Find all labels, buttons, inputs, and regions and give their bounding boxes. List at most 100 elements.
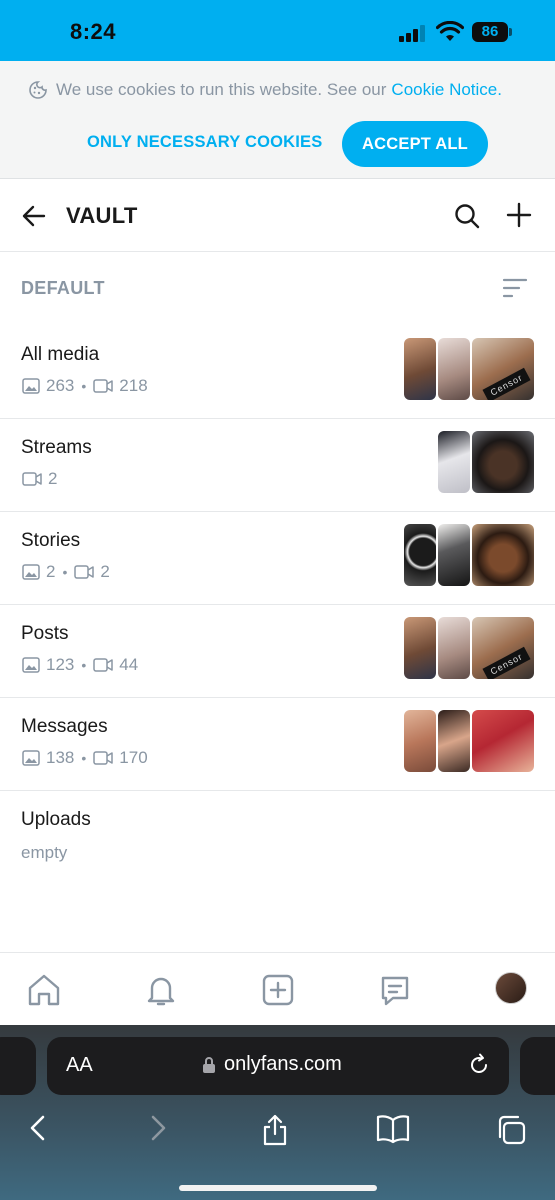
text-size-button[interactable]: AA	[66, 1054, 93, 1077]
video-count: 44	[119, 655, 139, 674]
notifications-bell-icon[interactable]	[143, 972, 179, 1008]
video-icon	[93, 379, 114, 393]
separator-dot: •	[81, 750, 87, 766]
photo-count: 138	[46, 748, 75, 767]
list-item-uploads[interactable]: Uploads empty	[0, 791, 555, 884]
thumbnail	[404, 617, 436, 679]
only-necessary-cookies-button[interactable]: ONLY NECESSARY COOKIES	[87, 133, 322, 152]
thumbnail	[404, 710, 436, 772]
photo-icon	[22, 378, 40, 394]
cellular-signal-icon	[399, 24, 429, 42]
thumbnail: Censor	[472, 617, 534, 679]
accept-all-button[interactable]: ACCEPT ALL	[342, 121, 488, 167]
preview-thumbnails	[402, 524, 534, 586]
list-counts: 123 • 44	[22, 655, 138, 675]
censor-overlay: Censor	[482, 646, 531, 679]
thumbnail	[438, 524, 470, 586]
vault-header: VAULT	[0, 180, 555, 252]
photo-count: 2	[46, 562, 56, 581]
page-title: VAULT	[66, 203, 138, 228]
address-bar[interactable]: AA onlyfans.com	[47, 1037, 509, 1095]
censor-overlay: Censor	[482, 367, 531, 400]
section-label-default: DEFAULT	[21, 278, 105, 298]
thumbnail	[472, 710, 534, 772]
video-icon	[93, 658, 114, 672]
preview-thumbnails	[436, 431, 534, 493]
home-indicator	[179, 1185, 377, 1191]
url-text: onlyfans.com	[224, 1053, 342, 1075]
add-icon[interactable]	[506, 202, 532, 228]
bookmarks-icon[interactable]	[376, 1114, 410, 1144]
url-field[interactable]: onlyfans.com	[202, 1053, 342, 1076]
thumbnail: Censor	[472, 338, 534, 400]
list-title: Uploads	[21, 809, 91, 830]
video-count: 2	[100, 562, 110, 581]
video-icon	[93, 751, 114, 765]
home-icon[interactable]	[26, 972, 62, 1008]
video-count: 170	[119, 748, 148, 767]
separator-dot: •	[62, 564, 68, 580]
thumbnail	[438, 617, 470, 679]
preview-thumbnails: Censor	[402, 617, 534, 679]
reload-icon[interactable]	[467, 1053, 491, 1077]
thumbnail	[472, 524, 534, 586]
thumbnail	[404, 338, 436, 400]
previous-tab-preview[interactable]	[0, 1037, 36, 1095]
list-title: Streams	[21, 437, 92, 458]
list-item-all-media[interactable]: All media 263 • 218 Censor	[0, 326, 555, 419]
video-icon	[74, 565, 95, 579]
list-item-streams[interactable]: Streams 2	[0, 419, 555, 512]
photo-count: 123	[46, 655, 75, 674]
lock-icon	[203, 1056, 215, 1073]
video-icon	[22, 472, 42, 486]
list-item-messages[interactable]: Messages 138 • 170	[0, 698, 555, 791]
video-count: 218	[119, 376, 148, 395]
list-counts: 2 • 2	[22, 562, 110, 582]
status-time: 8:24	[70, 19, 117, 44]
next-tab-preview[interactable]	[520, 1037, 555, 1095]
list-counts: 2	[22, 469, 57, 489]
list-counts: 138 • 170	[22, 748, 148, 768]
list-title: Stories	[21, 530, 81, 551]
tabs-icon[interactable]	[495, 1114, 527, 1146]
list-title: All media	[21, 344, 100, 365]
bottom-navigation	[0, 952, 555, 1025]
photo-icon	[22, 750, 40, 766]
separator-dot: •	[81, 657, 87, 673]
battery-indicator: 86	[472, 22, 508, 42]
wifi-icon	[436, 21, 464, 41]
sort-icon[interactable]	[502, 277, 528, 299]
cookie-icon	[29, 81, 47, 99]
cookie-notice-link[interactable]: Cookie Notice.	[391, 80, 502, 100]
thumbnail	[404, 524, 436, 586]
list-title: Posts	[21, 623, 69, 644]
photo-icon	[22, 564, 40, 580]
thumbnail	[438, 431, 470, 493]
thumbnail	[438, 338, 470, 400]
cookie-message: We use cookies to run this website. See …	[56, 80, 387, 99]
preview-thumbnails: Censor	[402, 338, 534, 400]
messages-icon[interactable]	[377, 972, 413, 1008]
list-title: Messages	[21, 716, 108, 737]
separator-dot: •	[81, 378, 87, 394]
status-bar: 8:24 86	[0, 0, 555, 61]
back-chevron-icon[interactable]	[26, 1114, 50, 1142]
list-item-stories[interactable]: Stories 2 • 2	[0, 512, 555, 605]
photo-icon	[22, 657, 40, 673]
search-icon[interactable]	[453, 202, 481, 230]
list-counts: 263 • 218	[22, 376, 148, 396]
battery-cap	[509, 28, 512, 36]
video-count: 2	[48, 469, 58, 488]
forward-chevron-icon[interactable]	[146, 1114, 170, 1142]
thumbnail	[438, 710, 470, 772]
add-post-icon[interactable]	[260, 972, 296, 1008]
profile-avatar[interactable]	[495, 972, 527, 1004]
empty-label: empty	[21, 843, 68, 862]
list-item-posts[interactable]: Posts 123 • 44 Censor	[0, 605, 555, 698]
thumbnail	[472, 431, 534, 493]
preview-thumbnails	[402, 710, 534, 772]
share-icon[interactable]	[260, 1114, 290, 1146]
cookie-message-line: We use cookies to run this website. See …	[28, 80, 502, 100]
photo-count: 263	[46, 376, 75, 395]
back-arrow-icon[interactable]	[20, 202, 48, 230]
